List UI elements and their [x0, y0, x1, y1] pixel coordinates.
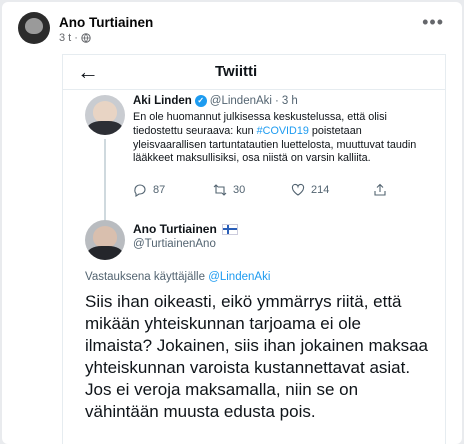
retweet-action[interactable]: 30 — [213, 183, 245, 197]
reply-count: 87 — [153, 184, 166, 196]
share-action[interactable] — [373, 183, 387, 197]
like-action[interactable]: 214 — [291, 183, 329, 197]
reply-context: Vastauksena käyttäjälle @LindenAki — [85, 271, 271, 283]
reply-tweet-name-row: Ano Turtiainen — [133, 222, 238, 236]
retweet-count: 30 — [233, 184, 246, 196]
separator-dot: · — [274, 95, 279, 107]
facebook-post: Ano Turtiainen 3 t · ••• ← Twiitti Aki L… — [2, 2, 462, 444]
separator-dot: · — [74, 32, 78, 44]
tweet-header-bar: ← Twiitti — [63, 55, 445, 90]
heart-icon — [291, 183, 305, 196]
like-count: 214 — [311, 184, 330, 196]
tweet-page-title: Twiitti — [215, 63, 258, 80]
share-icon — [374, 183, 386, 196]
original-tweet-handle[interactable]: @LindenAki — [210, 95, 272, 107]
original-tweet-text: En ole huomannut julkisessa keskusteluss… — [133, 111, 417, 165]
original-tweet-header: Aki Linden ✓ @LindenAki · 3 h — [133, 95, 298, 107]
author-avatar[interactable] — [18, 12, 50, 44]
reply-icon — [134, 184, 146, 197]
original-tweet-time[interactable]: 3 h — [282, 95, 298, 107]
verified-badge-icon: ✓ — [194, 95, 207, 107]
reply-action[interactable]: 87 — [133, 183, 165, 197]
reply-tweet-handle[interactable]: @TurtiainenAno — [133, 238, 216, 250]
globe-icon — [81, 33, 91, 43]
hashtag-link[interactable]: #COVID19 — [257, 125, 309, 137]
post-author-name[interactable]: Ano Turtiainen — [59, 15, 153, 30]
retweet-icon — [213, 184, 227, 196]
finland-flag-icon — [221, 223, 238, 235]
tweet-actions: 87 30 214 — [133, 183, 423, 199]
reply-tweet-text: Siis ihan oikeasti, eikö ymmärrys riitä,… — [85, 292, 429, 421]
back-arrow-icon[interactable]: ← — [77, 59, 99, 85]
original-tweet-name[interactable]: Aki Linden — [133, 95, 192, 107]
post-time[interactable]: 3 t — [59, 32, 71, 44]
post-meta: 3 t · — [59, 32, 91, 44]
embedded-tweet-screenshot: ← Twiitti Aki Linden ✓ @LindenAki · 3 h … — [62, 54, 446, 444]
reply-tweet-name[interactable]: Ano Turtiainen — [133, 222, 217, 236]
more-options-icon[interactable]: ••• — [422, 12, 444, 33]
reply-to-handle-link[interactable]: @LindenAki — [208, 271, 270, 283]
reply-tweet-avatar[interactable] — [85, 220, 125, 260]
original-tweet-avatar[interactable] — [85, 95, 125, 135]
